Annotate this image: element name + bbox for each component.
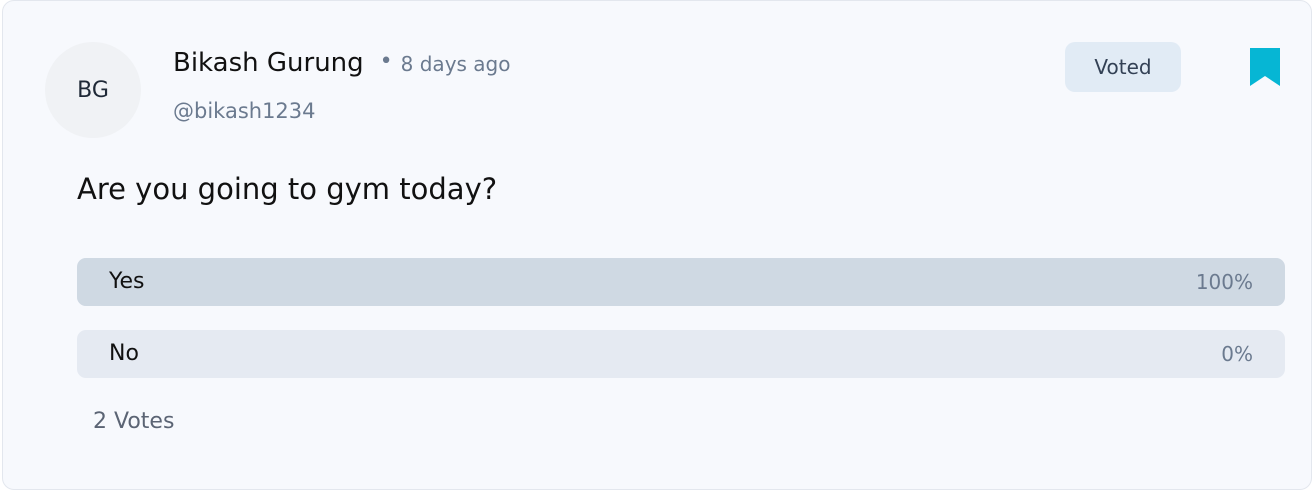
avatar-initials: BG xyxy=(77,77,109,103)
poll-question: Are you going to gym today? xyxy=(77,172,498,206)
post-time: 8 days ago xyxy=(400,52,511,76)
poll-option-no-label: No xyxy=(109,341,139,366)
voted-badge: Voted xyxy=(1065,42,1181,92)
poll-option-yes-percent: 100% xyxy=(1195,270,1253,294)
poll-option-no-percent: 0% xyxy=(1221,342,1253,366)
poll-option-yes-fill xyxy=(77,258,1285,306)
author-row: Bikash Gurung • 8 days ago xyxy=(173,48,511,78)
vote-count: 2 Votes xyxy=(93,409,175,434)
poll-option-yes[interactable]: Yes 100% xyxy=(77,258,1285,306)
poll-option-no[interactable]: No 0% xyxy=(77,330,1285,378)
bookmark-shape xyxy=(1250,48,1280,86)
poll-card: BG Bikash Gurung • 8 days ago @bikash123… xyxy=(2,0,1312,490)
voted-badge-label: Voted xyxy=(1094,55,1152,79)
poll-option-yes-label: Yes xyxy=(109,269,145,294)
bookmark-icon[interactable] xyxy=(1249,47,1281,87)
avatar[interactable]: BG xyxy=(45,42,141,138)
separator-dot: • xyxy=(379,49,393,74)
author-handle[interactable]: @bikash1234 xyxy=(173,99,316,123)
author-name[interactable]: Bikash Gurung xyxy=(173,48,364,78)
